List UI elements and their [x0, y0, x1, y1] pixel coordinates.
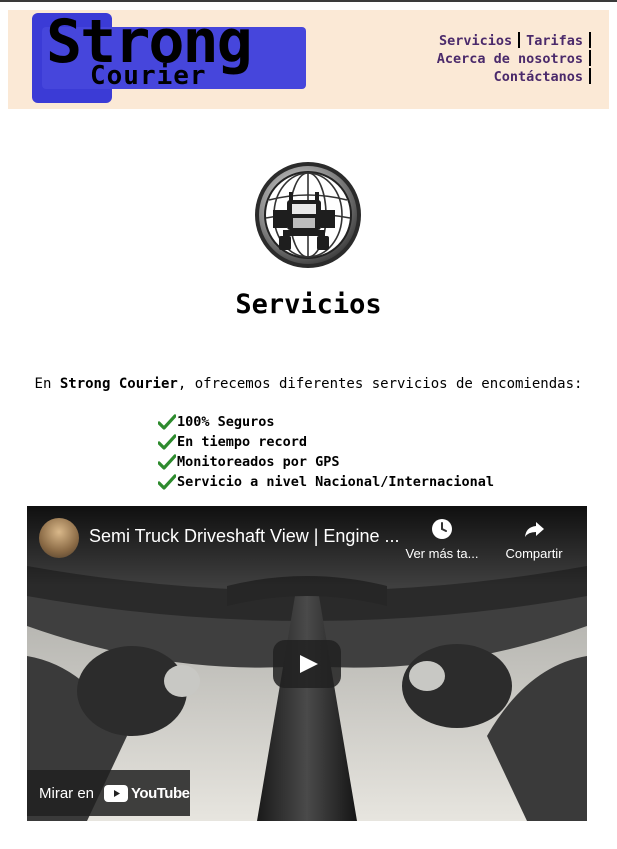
logo-line2: Courier [90, 61, 207, 91]
top-rule [0, 0, 617, 2]
watch-on-label: Mirar en [39, 784, 95, 802]
nav-link-tarifas[interactable]: Tarifas [526, 33, 583, 49]
nav-separator [589, 68, 591, 84]
youtube-wordmark: YouTube [131, 784, 190, 802]
check-icon [158, 454, 176, 470]
nav-row-3: Contáctanos [377, 68, 597, 86]
main-nav: Servicios Tarifas Acerca de nosotros Cont… [377, 32, 597, 86]
watch-on-youtube-button[interactable]: Mirar en YouTube [27, 770, 190, 816]
feature-label: En tiempo record [177, 434, 308, 450]
page-title: Servicios [235, 289, 382, 320]
site-header: Strong Courier Servicios Tarifas Acerca d… [8, 7, 609, 109]
nav-link-servicios[interactable]: Servicios [439, 33, 512, 49]
site-logo[interactable]: Strong Courier [32, 7, 308, 105]
intro-brand: Strong Courier [59, 376, 178, 392]
feature-label: Monitoreados por GPS [177, 454, 340, 470]
check-icon [158, 474, 176, 490]
feature-list: 100% Seguros En tiempo record Monitoread… [158, 412, 494, 492]
nav-link-contactanos[interactable]: Contáctanos [494, 69, 583, 85]
nav-separator [589, 50, 591, 66]
youtube-icon [104, 784, 129, 802]
intro-text: En Strong Courier, ofrecemos diferentes … [0, 375, 617, 393]
watch-later-button[interactable]: Ver más ta... [398, 516, 486, 561]
list-item: 100% Seguros [158, 412, 494, 432]
globe-truck-emblem-icon [255, 162, 361, 268]
nav-separator [589, 32, 591, 48]
list-item: Monitoreados por GPS [158, 452, 494, 472]
watch-later-label: Ver más ta... [405, 546, 479, 561]
share-icon [525, 522, 544, 537]
nav-separator [518, 32, 521, 48]
nav-row-2: Acerca de nosotros [377, 50, 597, 68]
share-label: Compartir [505, 546, 563, 561]
list-item: En tiempo record [158, 432, 494, 452]
intro-prefix: En [34, 376, 60, 392]
play-icon[interactable] [273, 640, 341, 688]
share-button[interactable]: Compartir [490, 516, 578, 561]
nav-row-1: Servicios Tarifas [377, 32, 597, 50]
check-icon [158, 414, 176, 430]
check-icon [158, 434, 176, 450]
video-title[interactable]: Semi Truck Driveshaft View | Engine ... [89, 526, 409, 547]
nav-link-acerca[interactable]: Acerca de nosotros [437, 51, 583, 67]
feature-label: 100% Seguros [177, 414, 275, 430]
channel-avatar[interactable] [39, 518, 79, 558]
feature-label: Servicio a nivel Nacional/Internacional [177, 474, 494, 490]
intro-suffix: , ofrecemos diferentes servicios de enco… [177, 376, 583, 392]
clock-icon [432, 519, 452, 539]
video-embed[interactable]: Semi Truck Driveshaft View | Engine ... … [27, 506, 587, 821]
list-item: Servicio a nivel Nacional/Internacional [158, 472, 494, 492]
youtube-logo: YouTube [104, 784, 190, 802]
